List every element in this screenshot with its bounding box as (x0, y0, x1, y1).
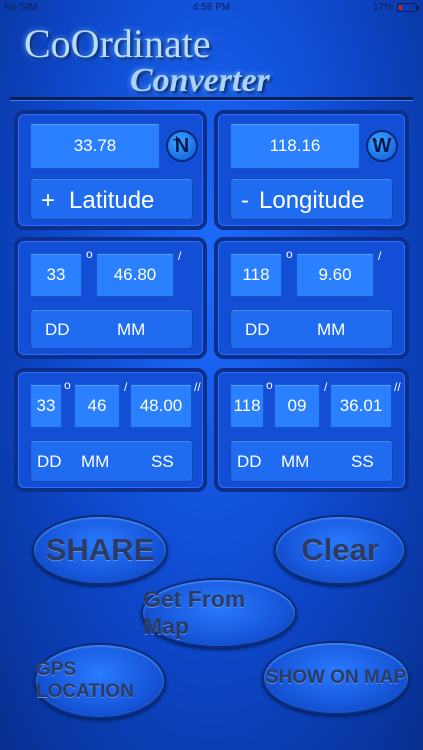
degree-symbol: o (266, 378, 273, 392)
longitude-label: Longitude (259, 187, 365, 214)
latitude-dm-mm-label: MM (117, 320, 146, 339)
minute-symbol: / (378, 249, 382, 263)
title-divider (10, 97, 413, 100)
longitude-dm-mm-label: MM (317, 320, 346, 339)
longitude-dm-degrees-field[interactable]: 118 (230, 253, 282, 297)
gps-location-button[interactable]: GPS LOCATION (34, 643, 166, 719)
longitude-decimal-field[interactable]: 118.16 (230, 123, 360, 169)
longitude-dms-panel: 118 o 09 / 36.01 // DD MM SS (214, 368, 409, 492)
minute-symbol: / (124, 380, 128, 394)
longitude-dms-ss-label: SS (351, 452, 374, 471)
latitude-dms-seconds-field[interactable]: 48.00 (130, 384, 192, 428)
latitude-dms-dd-label: DD (37, 452, 62, 471)
latitude-dm-panel: 33 o 46.80 / DD MM (14, 237, 207, 359)
get-from-map-button[interactable]: Get From Map (141, 578, 297, 648)
longitude-label-bar: - Longitude (230, 178, 393, 220)
latitude-dms-ss-label: SS (151, 452, 174, 471)
longitude-decimal-panel: 118.16 - W - Longitude (214, 110, 409, 230)
clear-button[interactable]: Clear (274, 515, 406, 585)
app-title-line1: CoOrdinate (24, 21, 211, 66)
latitude-dms-degrees-field[interactable]: 33 (30, 384, 62, 428)
longitude-dm-panel: 118 o 9.60 / DD MM (214, 237, 409, 359)
latitude-label-bar: + Latitude (30, 178, 193, 220)
minute-symbol: / (178, 249, 182, 263)
share-button[interactable]: SHARE (32, 515, 168, 585)
degree-symbol: o (286, 247, 293, 261)
status-time: 4:58 PM (192, 2, 231, 13)
longitude-dms-minutes-field[interactable]: 09 (274, 384, 320, 428)
degree-symbol: o (86, 247, 93, 261)
degree-symbol: o (64, 378, 71, 392)
longitude-dms-label-bar: DD MM SS (230, 440, 393, 482)
longitude-sign-label: - (241, 187, 249, 214)
latitude-dms-minutes-field[interactable]: 46 (74, 384, 120, 428)
battery-icon (397, 3, 419, 12)
second-symbol: // (394, 380, 401, 394)
latitude-dm-dd-label: DD (45, 320, 70, 339)
longitude-dms-seconds-field[interactable]: 36.01 (330, 384, 392, 428)
latitude-decimal-panel: 33.78 + N + Latitude (14, 110, 207, 230)
latitude-sign-label: + (41, 187, 56, 214)
latitude-dm-degrees-field[interactable]: 33 (30, 253, 82, 297)
longitude-dm-dd-label: DD (245, 320, 270, 339)
latitude-hemisphere-button[interactable]: + N (166, 130, 198, 162)
latitude-dms-panel: 33 o 46 / 48.00 // DD MM SS (14, 368, 207, 492)
battery-status: 17% (372, 2, 419, 13)
longitude-hemisphere-sign: - (373, 132, 378, 147)
latitude-label: Latitude (69, 187, 155, 214)
longitude-hemisphere-button[interactable]: - W (366, 130, 398, 162)
latitude-dms-label-bar: DD MM SS (30, 440, 193, 482)
second-symbol: // (194, 380, 201, 394)
longitude-dms-degrees-field[interactable]: 118 (230, 384, 264, 428)
app-title-line2: Converter (130, 62, 270, 99)
longitude-dm-label-bar: DD MM (230, 309, 393, 349)
show-on-map-button[interactable]: SHOW ON MAP (262, 641, 410, 715)
latitude-decimal-field[interactable]: 33.78 (30, 123, 160, 169)
longitude-dms-mm-label: MM (281, 452, 310, 471)
latitude-dm-minutes-field[interactable]: 46.80 (96, 253, 174, 297)
latitude-hemisphere-sign: + (173, 132, 181, 147)
battery-percent: 17% (372, 2, 393, 13)
minute-symbol: / (324, 380, 328, 394)
latitude-dms-mm-label: MM (81, 452, 110, 471)
latitude-dm-label-bar: DD MM (30, 309, 193, 349)
longitude-dms-dd-label: DD (237, 452, 262, 471)
status-bar: No SIM 4:58 PM 17% (0, 0, 423, 16)
longitude-dm-minutes-field[interactable]: 9.60 (296, 253, 374, 297)
